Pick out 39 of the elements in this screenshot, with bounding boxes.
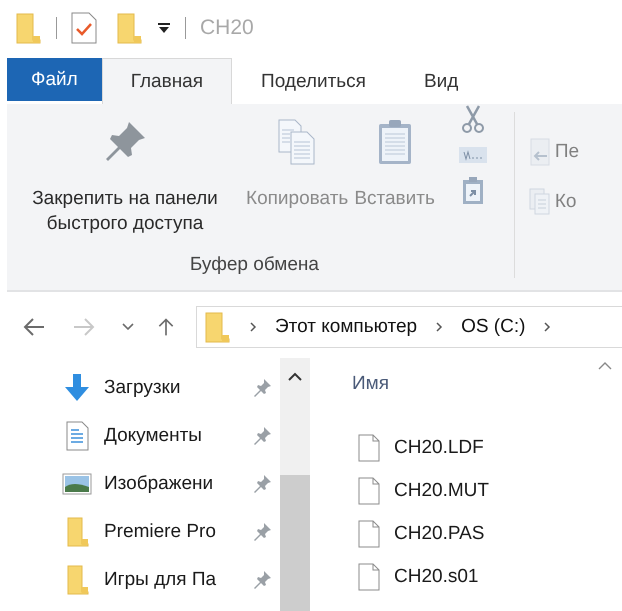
file-icon bbox=[358, 434, 380, 462]
address-bar[interactable]: Этот компьютер OS (C:) bbox=[196, 306, 622, 348]
scrollbar[interactable] bbox=[280, 358, 310, 611]
ribbon-tab[interactable]: Главная bbox=[102, 58, 232, 104]
dropdown-icon[interactable] bbox=[157, 22, 171, 34]
download-arrow-icon bbox=[62, 373, 92, 403]
chevron-right-icon[interactable] bbox=[249, 321, 257, 333]
chevron-right-icon[interactable] bbox=[543, 321, 552, 333]
file-icon bbox=[358, 520, 380, 548]
sidebar-item[interactable]: Загрузки bbox=[0, 364, 280, 412]
sidebar-item[interactable]: Premiere Pro bbox=[0, 508, 280, 556]
move-to-icon bbox=[528, 138, 551, 166]
window-title: CH20 bbox=[200, 16, 254, 40]
breadcrumb[interactable]: Этот компьютер bbox=[275, 316, 418, 338]
file-item[interactable]: CH20.MUT bbox=[352, 469, 622, 512]
sidebar-item[interactable]: Документы bbox=[0, 412, 280, 460]
file-item[interactable]: CH20.s01 bbox=[352, 555, 622, 598]
breadcrumb[interactable]: OS (C:) bbox=[461, 316, 526, 338]
scroll-up-icon[interactable] bbox=[288, 372, 302, 381]
sidebar-item[interactable]: Игры для Па bbox=[0, 556, 280, 604]
sort-up-icon bbox=[598, 362, 612, 370]
chevron-down-icon[interactable] bbox=[122, 323, 134, 331]
file-item[interactable]: CH20.PAS bbox=[352, 512, 622, 555]
file-icon bbox=[358, 476, 380, 504]
group-label: Буфер обмена bbox=[190, 254, 319, 276]
copy-path-icon[interactable] bbox=[458, 146, 488, 164]
ribbon-button[interactable]: Закрепить на панели быстрого доступа bbox=[7, 112, 243, 236]
file-icon bbox=[358, 562, 380, 590]
back-icon[interactable] bbox=[22, 317, 46, 337]
copy-icon bbox=[528, 188, 551, 216]
properties-icon[interactable] bbox=[71, 12, 97, 44]
column-header[interactable]: Имя bbox=[352, 373, 390, 395]
chevron-right-icon[interactable] bbox=[435, 321, 444, 333]
paste-shortcut-icon[interactable] bbox=[460, 176, 485, 206]
sidebar-item[interactable]: Изображени bbox=[0, 460, 280, 508]
ribbon-tab[interactable]: Файл bbox=[7, 58, 102, 101]
folder-icon bbox=[205, 311, 231, 343]
scissors-icon[interactable] bbox=[460, 104, 485, 134]
file-item[interactable]: CH20.LDF bbox=[352, 426, 622, 469]
